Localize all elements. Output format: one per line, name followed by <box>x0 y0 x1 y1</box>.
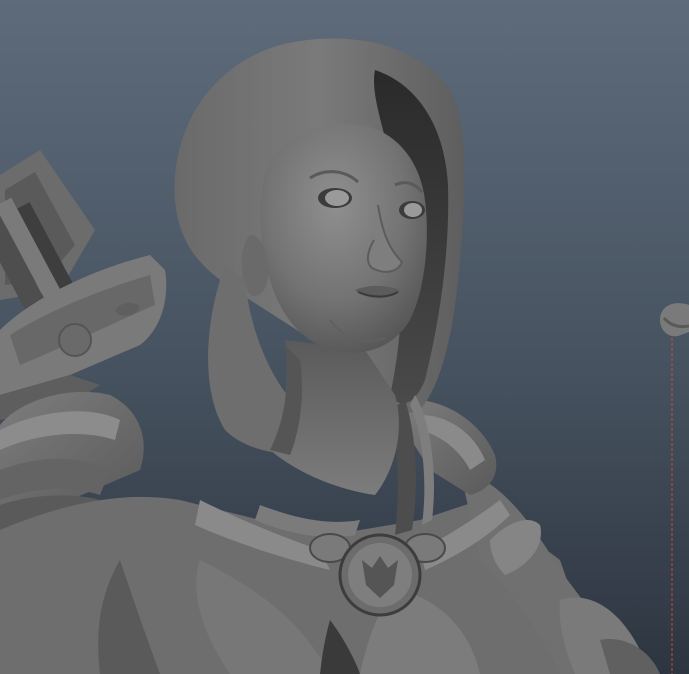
eye-right <box>399 201 425 219</box>
3d-viewport[interactable] <box>0 0 689 674</box>
viewport-render <box>0 0 689 674</box>
eye-left <box>318 188 352 208</box>
